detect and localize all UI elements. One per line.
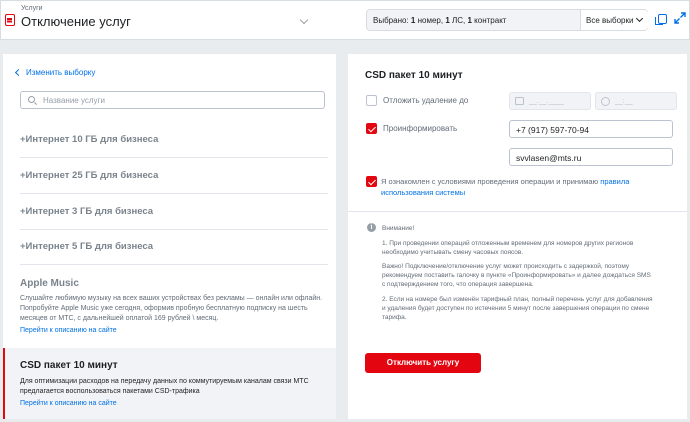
service-item[interactable]: +Интернет 3 ГБ для бизнеса [20,206,153,217]
clock-icon [601,97,610,106]
phone-field[interactable]: +7 (917) 597-70-94 [509,120,673,138]
info-icon: i [367,223,376,232]
chevron-down-icon[interactable] [299,15,309,25]
notify-label: Проинформировать [383,124,458,133]
agree-checkbox[interactable] [366,176,377,187]
email-field[interactable]: svvlasen@mts.ru [509,148,673,166]
selected-service-title: CSD пакет 10 минут [20,360,118,371]
top-bar: Услуги Отключение услуг Выбрано: 1 номер… [0,0,690,40]
rules-link[interactable]: использования системы [381,188,465,197]
expand-icon[interactable] [674,12,686,24]
service-site-link[interactable]: Перейти к описанию на сайте [20,327,117,334]
service-description: месяцев от МТС, с дальнейшей оплатой 169… [20,315,219,322]
agree-text: Я ознакомлен с условиями проведения опер… [381,177,630,197]
services-panel: Изменить выборку Название услуги +Интерн… [3,54,336,419]
divider [20,193,328,194]
change-selection-link[interactable]: Изменить выборку [14,68,95,77]
chevron-left-icon [14,68,23,77]
selected-service-description: Для оптимизации расходов на передачу дан… [20,378,309,395]
notice-text: 2. Если на номере был изменён тарифный п… [382,296,653,303]
divider [20,229,328,230]
service-site-link[interactable]: Перейти к описанию на сайте [20,400,117,407]
service-description: Слушайте любимую музыку на всех ваших ус… [20,295,323,302]
calendar-icon [515,97,524,105]
breadcrumb[interactable]: Услуги [21,5,43,12]
divider [20,157,328,158]
search-icon [28,96,35,103]
details-title: CSD пакет 10 минут [365,70,463,81]
postpone-date-input[interactable]: __.__.____ [509,92,591,110]
selection-dropdown[interactable]: Все выборки [580,10,648,30]
selection-summary: Выбрано: 1 номер, 1 ЛС, 1 контракт [373,16,507,25]
rules-link[interactable]: правила [600,177,629,186]
copy-icon[interactable] [655,14,667,25]
selection-dropdown-value: Все выборки [586,16,634,25]
disable-service-button[interactable]: Отключить услугу [365,353,481,373]
postpone-time-input[interactable]: __:__ [595,92,677,110]
notice-text: рекомендуем поставить галочку в пункте «… [382,272,651,279]
notice-text: тарифа. [382,314,407,321]
service-item-selected[interactable]: CSD пакет 10 минут Для оптимизации расхо… [3,348,336,419]
notice-text: Важно! Подключение/отключение услуг може… [382,263,630,270]
service-item-apple-music[interactable]: Apple Music [20,278,79,289]
notice-text: 1. При проведении операций отложенным вр… [382,240,634,247]
divider [20,264,328,265]
document-icon [5,14,15,26]
notice-title: Внимание! [382,225,415,232]
selection-selector[interactable]: Выбрано: 1 номер, 1 ЛС, 1 контракт Все в… [366,9,648,31]
service-description: Попробуйте Apple Music уже сегодня, офор… [20,305,308,312]
notice-text: и удаления будет доступен по истечении 5… [382,305,650,312]
notice-text: необходимо учитывать смену часовых поясо… [382,249,524,256]
postpone-label: Отложить удаление до [383,96,469,105]
page-title: Отключение услуг [21,14,131,29]
divider [348,211,687,212]
notify-checkbox[interactable] [366,123,377,134]
service-item[interactable]: +Интернет 5 ГБ для бизнеса [20,241,153,252]
service-item[interactable]: +Интернет 10 ГБ для бизнеса [20,134,158,145]
postpone-checkbox[interactable] [366,95,377,106]
search-placeholder: Название услуги [43,96,105,105]
service-search-input[interactable]: Название услуги [20,91,325,109]
service-details-panel: CSD пакет 10 минут Отложить удаление до … [348,54,687,419]
chevron-down-icon [635,14,644,23]
notice-text: с подтверждением того, что операция заве… [382,281,534,288]
service-item[interactable]: +Интернет 25 ГБ для бизнеса [20,170,158,181]
